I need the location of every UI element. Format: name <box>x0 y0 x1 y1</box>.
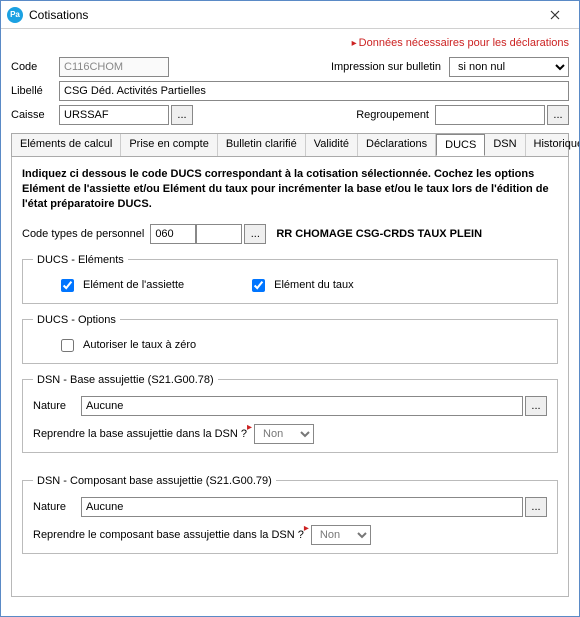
ducs-elements-row: Elément de l'assiette Elément du taux <box>33 276 547 295</box>
row-caisse: Caisse ... Regroupement ... <box>11 105 569 125</box>
dsn78-question-row: Reprendre la base assujettie dans la DSN… <box>33 424 547 444</box>
tab-el-ments-de-calcul[interactable]: Eléments de calcul <box>12 134 121 156</box>
tab-ducs[interactable]: DUCS <box>436 134 485 156</box>
dsn79-nature-input[interactable] <box>81 497 523 517</box>
dsn78-nature-browse-button[interactable]: ... <box>525 396 547 416</box>
regroupement-input[interactable] <box>435 105 545 125</box>
row-libelle: Libellé <box>11 81 569 101</box>
code-label: Code <box>11 61 59 73</box>
dsn79-legend: DSN - Composant base assujettie (S21.G00… <box>33 475 276 487</box>
code-types-label: Code types de personnel <box>22 228 144 240</box>
dsn78-nature-label: Nature <box>33 400 81 412</box>
caisse-label: Caisse <box>11 109 59 121</box>
caisse-input[interactable] <box>59 105 169 125</box>
regroupement-label: Regroupement <box>356 109 429 121</box>
required-marker-icon: ▸ <box>247 422 252 433</box>
dsn78-nature-input[interactable] <box>81 396 523 416</box>
chk-assiette-text: Elément de l'assiette <box>83 279 184 291</box>
required-marker-icon: ▸ <box>304 523 309 534</box>
fieldset-ducs-elements: DUCS - Eléments Elément de l'assiette El… <box>22 254 558 304</box>
code-types-browse-button[interactable]: ... <box>244 224 266 244</box>
code-types-input[interactable] <box>150 224 196 244</box>
impression-label: Impression sur bulletin <box>331 61 441 73</box>
close-button[interactable] <box>537 3 573 27</box>
fieldset-ducs-options: DUCS - Options Autoriser le taux à zéro <box>22 314 558 364</box>
declarations-link[interactable]: Données nécessaires pour les déclaration… <box>11 35 569 53</box>
fieldset-dsn-78: DSN - Base assujettie (S21.G00.78) Natur… <box>22 374 558 453</box>
chk-assiette-label[interactable]: Elément de l'assiette <box>57 276 184 295</box>
ducs-options-legend: DUCS - Options <box>33 314 120 326</box>
tabs-bar: Eléments de calculPrise en compteBulleti… <box>11 133 569 157</box>
chk-assiette[interactable] <box>61 279 74 292</box>
chk-taux-text: Elément du taux <box>274 279 354 291</box>
content-area: Données nécessaires pour les déclaration… <box>1 29 579 616</box>
chk-zero[interactable] <box>61 339 74 352</box>
dsn78-nature-row: Nature ... <box>33 396 547 416</box>
close-icon <box>550 10 560 20</box>
chk-zero-text: Autoriser le taux à zéro <box>83 339 196 351</box>
chk-zero-label[interactable]: Autoriser le taux à zéro <box>57 336 196 355</box>
impression-select[interactable]: si non nul <box>449 57 569 77</box>
tab-validit-[interactable]: Validité <box>306 134 358 156</box>
chk-taux-label[interactable]: Elément du taux <box>248 276 354 295</box>
dsn78-question: Reprendre la base assujettie dans la DSN… <box>33 428 247 440</box>
ducs-options-row: Autoriser le taux à zéro <box>33 336 547 355</box>
tab-prise-en-compte[interactable]: Prise en compte <box>121 134 217 156</box>
ducs-instruction: Indiquez ci dessous le code DUCS corresp… <box>22 167 558 212</box>
tab-panel-ducs: Indiquez ci dessous le code DUCS corresp… <box>11 157 569 597</box>
dsn79-question: Reprendre le composant base assujettie d… <box>33 529 304 541</box>
code-input[interactable] <box>59 57 169 77</box>
code-types-description: RR CHOMAGE CSG-CRDS TAUX PLEIN <box>276 228 482 240</box>
dsn79-question-row: Reprendre le composant base assujettie d… <box>33 525 547 545</box>
fieldset-dsn-79: DSN - Composant base assujettie (S21.G00… <box>22 475 558 554</box>
libelle-label: Libellé <box>11 85 59 97</box>
dsn79-answer-select[interactable]: Non <box>311 525 371 545</box>
tab-dsn[interactable]: DSN <box>485 134 525 156</box>
row-code-types: Code types de personnel ... RR CHOMAGE C… <box>22 224 558 244</box>
libelle-input[interactable] <box>59 81 569 101</box>
row-code: Code Impression sur bulletin si non nul <box>11 57 569 77</box>
tab-historiques[interactable]: Historiques <box>526 134 579 156</box>
app-icon: Pa <box>7 7 23 23</box>
chk-taux[interactable] <box>252 279 265 292</box>
cotisations-window: Pa Cotisations Données nécessaires pour … <box>0 0 580 617</box>
window-title: Cotisations <box>29 8 537 22</box>
dsn79-nature-label: Nature <box>33 501 81 513</box>
ducs-elements-legend: DUCS - Eléments <box>33 254 128 266</box>
code-types-extra-input[interactable] <box>196 224 242 244</box>
dsn78-answer-select[interactable]: Non <box>254 424 314 444</box>
caisse-browse-button[interactable]: ... <box>171 105 193 125</box>
dsn79-nature-browse-button[interactable]: ... <box>525 497 547 517</box>
tab-bulletin-clarifi-[interactable]: Bulletin clarifié <box>218 134 306 156</box>
titlebar: Pa Cotisations <box>1 1 579 29</box>
dsn79-nature-row: Nature ... <box>33 497 547 517</box>
dsn78-legend: DSN - Base assujettie (S21.G00.78) <box>33 374 218 386</box>
tab-d-clarations[interactable]: Déclarations <box>358 134 436 156</box>
regroupement-browse-button[interactable]: ... <box>547 105 569 125</box>
